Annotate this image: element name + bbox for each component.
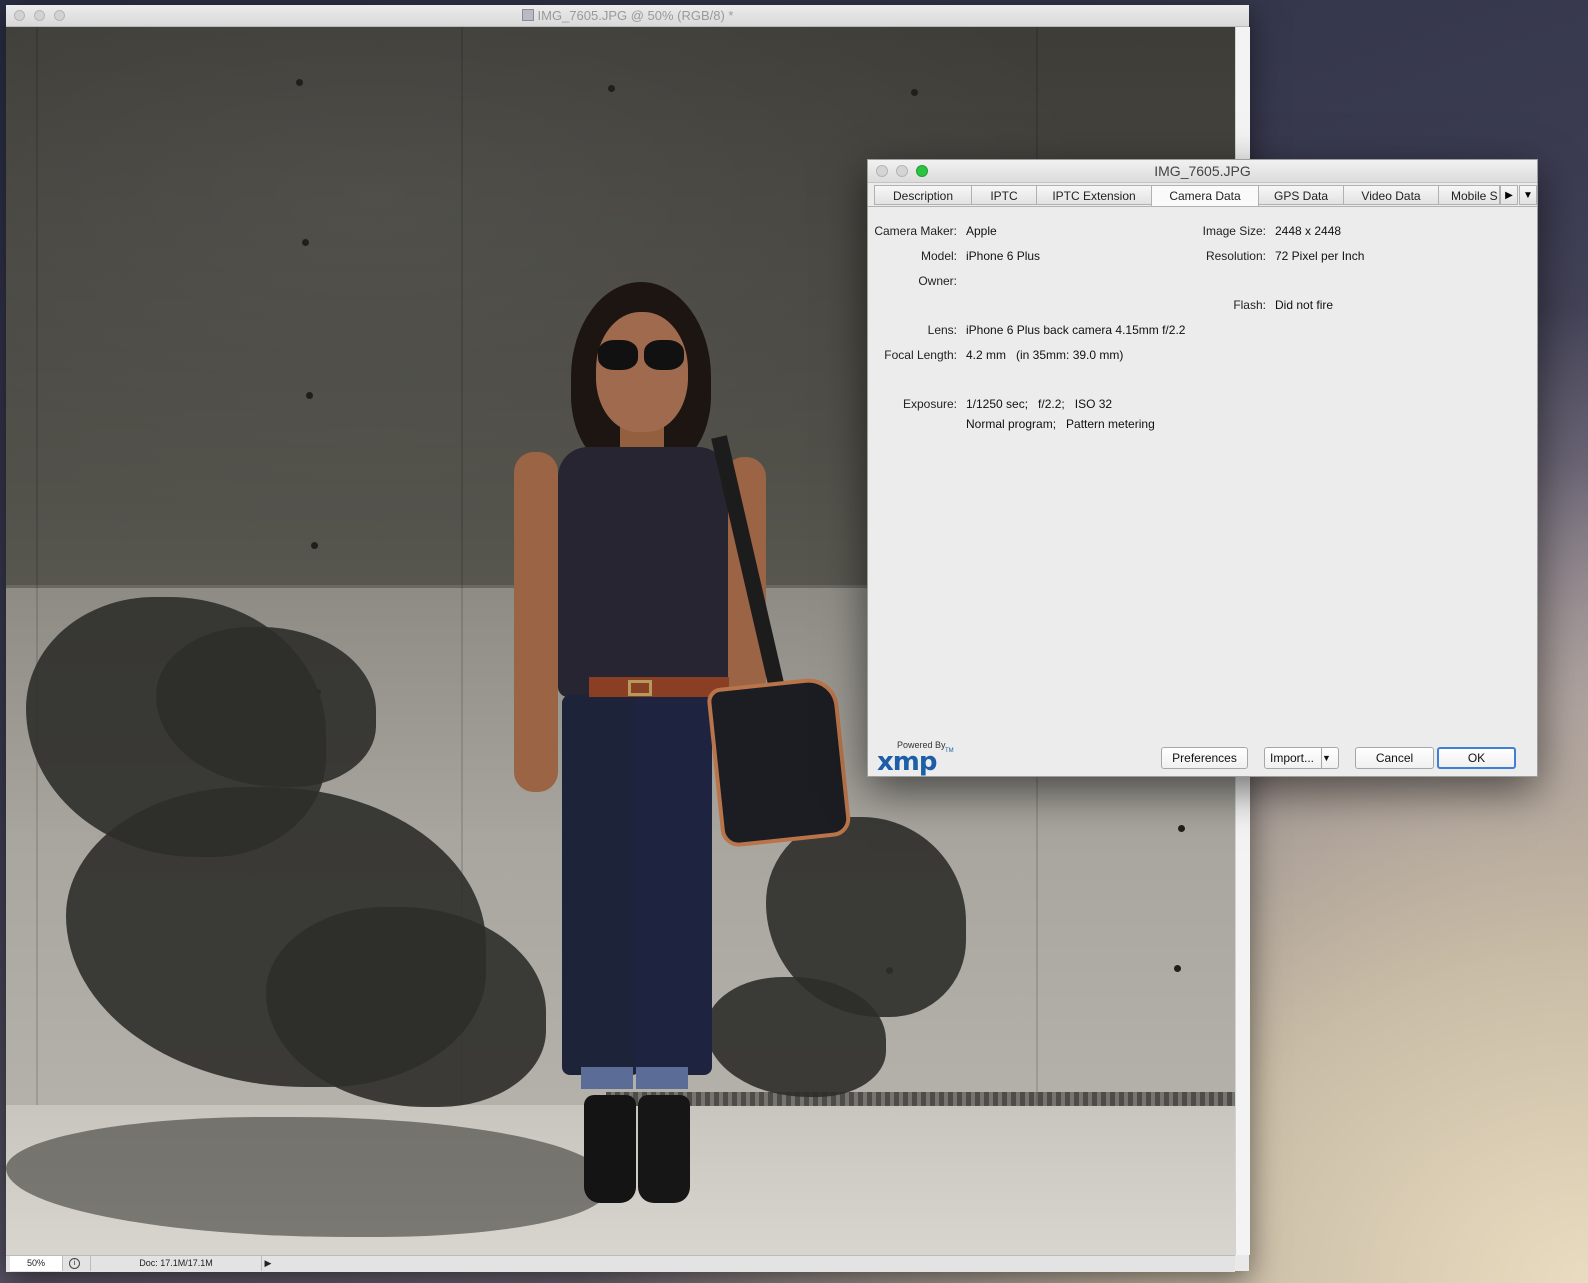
tab-bar: Description IPTC IPTC Extension Camera D… — [874, 185, 1537, 207]
tab-iptc[interactable]: IPTC — [971, 185, 1037, 205]
photo-jeans — [562, 695, 640, 1075]
model-value: iPhone 6 Plus — [966, 249, 1041, 263]
photo-person-face — [596, 312, 688, 432]
tab-scroll-right-icon[interactable]: ▶ — [1500, 185, 1518, 205]
photo-jeans-cuff — [636, 1067, 688, 1089]
photo-bolt — [608, 85, 615, 92]
lens-label: Lens: — [927, 323, 957, 337]
photo-belt-buckle — [628, 680, 652, 696]
flash-label: Flash: — [1233, 298, 1266, 312]
tab-menu-chevron-icon[interactable]: ▼ — [1519, 185, 1537, 205]
preferences-button[interactable]: Preferences — [1161, 747, 1248, 769]
photo-bolt — [306, 392, 313, 399]
photo-jeans-cuff — [581, 1067, 633, 1089]
status-arrow-icon[interactable]: ▶ — [262, 1256, 274, 1271]
tab-iptc-extension[interactable]: IPTC Extension — [1036, 185, 1152, 205]
image-size-label: Image Size: — [1202, 224, 1266, 238]
xmp-wordmark: xmp — [877, 747, 937, 777]
photo-bolt — [911, 89, 918, 96]
photoshop-doc-icon — [521, 9, 534, 21]
photo-bolt — [1178, 825, 1185, 832]
status-bar: 50% i Doc: 17.1M/17.1M ▶ — [6, 1255, 1235, 1272]
camera-maker-label: Camera Maker: — [874, 224, 957, 238]
camera-data-panel: Camera Maker: Apple Model: iPhone 6 Plus… — [868, 206, 1537, 707]
doc-size-readout: Doc: 17.1M/17.1M — [90, 1256, 262, 1271]
document-titlebar[interactable]: IMG_7605.JPG @ 50% (RGB/8) * — [6, 5, 1249, 27]
owner-label: Owner: — [918, 274, 957, 288]
import-button[interactable]: Import... ▼ — [1264, 747, 1339, 769]
import-dropdown-icon[interactable]: ▼ — [1321, 748, 1338, 768]
tab-mobile[interactable]: Mobile S — [1438, 185, 1500, 205]
photo-seam — [36, 27, 38, 1105]
photo-bolt — [311, 542, 318, 549]
document-title: IMG_7605.JPG @ 50% (RGB/8) * — [6, 8, 1249, 23]
dialog-titlebar[interactable]: IMG_7605.JPG — [868, 160, 1537, 183]
resolution-label: Resolution: — [1205, 249, 1266, 263]
flash-value: Did not fire — [1275, 298, 1334, 312]
file-info-dialog: IMG_7605.JPG Description IPTC IPTC Exten… — [867, 159, 1538, 777]
photo-bag — [705, 675, 853, 849]
photo-person-arm — [514, 452, 558, 792]
ok-button[interactable]: OK — [1437, 747, 1516, 769]
camera-maker-value: Apple — [966, 224, 997, 238]
tab-description[interactable]: Description — [874, 185, 972, 205]
document-title-text: IMG_7605.JPG @ 50% (RGB/8) * — [537, 8, 734, 23]
photo-bolt — [296, 79, 303, 86]
cancel-button[interactable]: Cancel — [1355, 747, 1434, 769]
photo-shoe — [584, 1095, 636, 1203]
dialog-title: IMG_7605.JPG — [1154, 163, 1251, 179]
photo-tank-top — [558, 447, 728, 697]
tab-video-data[interactable]: Video Data — [1343, 185, 1439, 205]
zoom-level-field[interactable]: 50% — [10, 1256, 63, 1271]
photo-gravel — [606, 1092, 1235, 1106]
lens-value: iPhone 6 Plus back camera 4.15mm f/2.2 — [966, 323, 1186, 337]
exposure-value-line2: Normal program; Pattern metering — [966, 417, 1155, 431]
model-label: Model: — [920, 249, 957, 263]
status-info-icon[interactable]: i — [69, 1258, 80, 1269]
photo-bolt — [1174, 965, 1181, 972]
photo-sunglasses — [598, 340, 638, 370]
tab-gps-data[interactable]: GPS Data — [1258, 185, 1344, 205]
exposure-value-line1: 1/1250 sec; f/2.2; ISO 32 — [966, 397, 1113, 411]
import-button-label: Import... — [1270, 751, 1315, 765]
xmp-trademark: TM — [945, 748, 954, 754]
photo-sunglasses — [644, 340, 684, 370]
resolution-value: 72 Pixel per Inch — [1275, 249, 1365, 263]
focal-length-label: Focal Length: — [884, 348, 957, 362]
photo-shoe — [638, 1095, 690, 1203]
photo-jeans — [634, 695, 712, 1075]
exposure-label: Exposure: — [902, 397, 957, 411]
tab-camera-data[interactable]: Camera Data — [1151, 185, 1259, 207]
photo-bolt — [302, 239, 309, 246]
image-size-value: 2448 x 2448 — [1275, 224, 1342, 238]
focal-length-value: 4.2 mm (in 35mm: 39.0 mm) — [966, 348, 1124, 362]
